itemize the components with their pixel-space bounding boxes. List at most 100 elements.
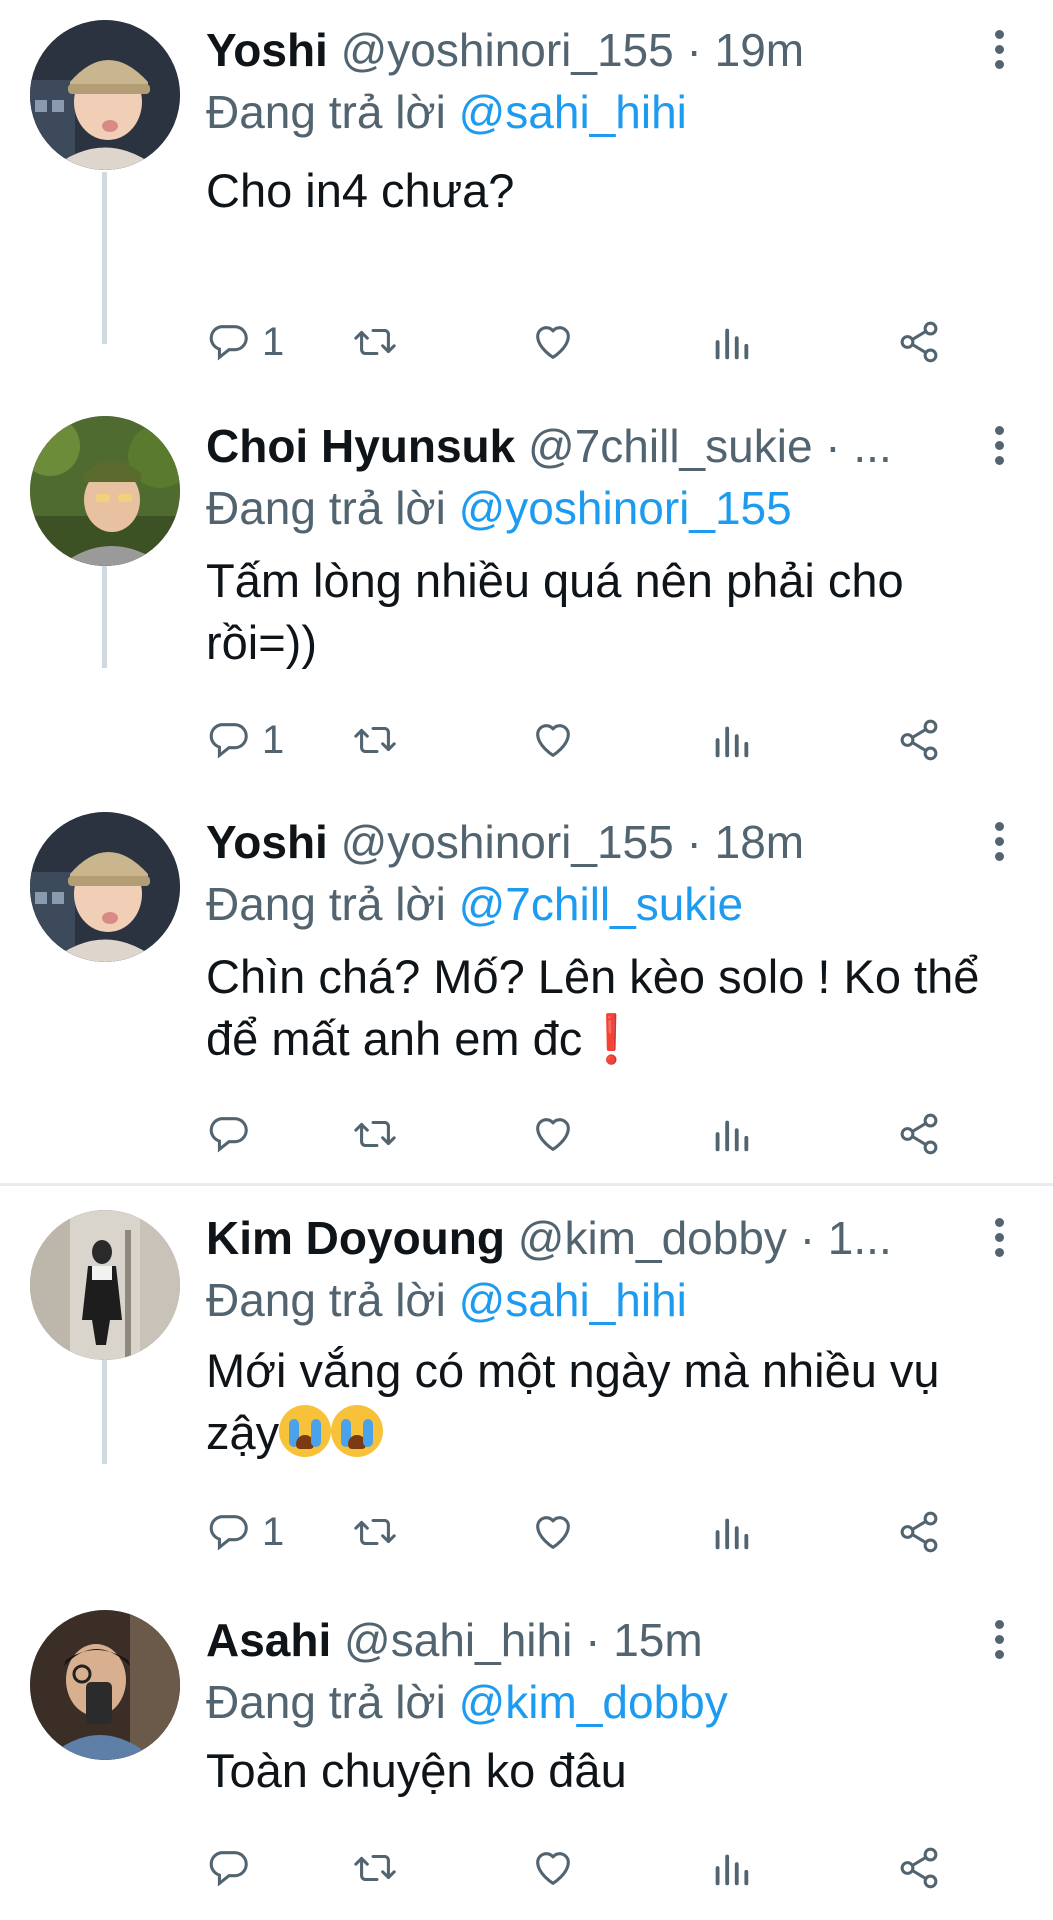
share-icon xyxy=(900,719,938,761)
like-button[interactable] xyxy=(530,316,576,368)
reply-button[interactable] xyxy=(206,1842,262,1894)
reply-icon xyxy=(209,325,248,361)
handle-time[interactable]: @yoshinori_155 · 18m xyxy=(341,816,804,868)
tweet-text: Tấm lòng nhiều quá nên phải cho rồi=)) xyxy=(206,554,904,669)
tweet-text-container: Chìn chá? Mố? Lên kèo solo ! Ko thể để m… xyxy=(206,946,1006,1070)
analytics-icon xyxy=(715,328,749,360)
handle-time[interactable]: @sahi_hihi · 15m xyxy=(344,1614,703,1666)
action-bar: 1 xyxy=(206,714,996,766)
like-button[interactable] xyxy=(530,1108,576,1160)
share-button[interactable] xyxy=(896,1108,942,1160)
like-button[interactable] xyxy=(530,1506,576,1558)
replying-to: Đang trả lời @yoshinori_155 xyxy=(206,480,792,536)
replying-to: Đang trả lời @sahi_hihi xyxy=(206,84,687,140)
replying-prefix: Đang trả lời xyxy=(206,86,446,138)
share-icon xyxy=(900,1847,938,1889)
display-name[interactable]: Yoshi xyxy=(206,816,328,868)
more-icon[interactable] xyxy=(989,1218,1009,1262)
exclamation-emoji: ❗ xyxy=(582,1012,641,1065)
tweet[interactable]: Kim Doyoung @kim_dobby · 1... Đang trả l… xyxy=(0,1186,1053,1590)
mention-link[interactable]: @sahi_hihi xyxy=(459,1274,687,1326)
retweet-button[interactable] xyxy=(352,1506,398,1558)
retweet-button[interactable] xyxy=(352,1108,398,1160)
tweet-feed: Yoshi @yoshinori_155 · 19m Đang trả lời … xyxy=(0,0,1053,1920)
tweet[interactable]: Choi Hyunsuk @7chill_sukie · ... Đang tr… xyxy=(0,400,1053,796)
replying-to: Đang trả lời @kim_dobby xyxy=(206,1674,728,1730)
reply-icon xyxy=(209,1851,248,1887)
more-icon[interactable] xyxy=(989,1620,1009,1664)
share-button[interactable] xyxy=(896,1842,942,1894)
action-bar xyxy=(206,1842,996,1894)
analytics-button[interactable] xyxy=(708,1842,754,1894)
retweet-button[interactable] xyxy=(352,316,398,368)
share-button[interactable] xyxy=(896,1506,942,1558)
avatar[interactable] xyxy=(30,1210,180,1360)
retweet-icon xyxy=(354,726,396,754)
heart-icon xyxy=(536,724,570,757)
analytics-icon xyxy=(715,1854,749,1886)
analytics-icon xyxy=(715,1518,749,1550)
analytics-icon xyxy=(715,1120,749,1152)
heart-icon xyxy=(536,326,570,359)
avatar[interactable] xyxy=(30,416,180,566)
tweet-header: Asahi @sahi_hihi · 15m xyxy=(206,1612,966,1668)
display-name[interactable]: Choi Hyunsuk xyxy=(206,420,515,472)
analytics-button[interactable] xyxy=(708,714,754,766)
more-icon[interactable] xyxy=(989,30,1009,74)
reply-button[interactable]: 1 xyxy=(206,1506,284,1558)
analytics-button[interactable] xyxy=(708,316,754,368)
avatar[interactable] xyxy=(30,1610,180,1760)
handle-time[interactable]: @kim_dobby · 1... xyxy=(518,1212,892,1264)
reply-icon xyxy=(209,723,248,759)
share-button[interactable] xyxy=(896,316,942,368)
display-name[interactable]: Asahi xyxy=(206,1614,331,1666)
analytics-button[interactable] xyxy=(708,1506,754,1558)
more-icon[interactable] xyxy=(989,822,1009,866)
action-bar: 1 xyxy=(206,1506,996,1558)
replying-prefix: Đang trả lời xyxy=(206,482,446,534)
tweet-header: Choi Hyunsuk @7chill_sukie · ... xyxy=(206,418,966,474)
share-icon xyxy=(900,1113,938,1155)
retweet-icon xyxy=(354,1120,396,1148)
mention-link[interactable]: @kim_dobby xyxy=(459,1676,728,1728)
replying-to: Đang trả lời @7chill_sukie xyxy=(206,876,743,932)
avatar[interactable] xyxy=(30,812,180,962)
reply-button[interactable]: 1 xyxy=(206,714,284,766)
reply-button[interactable]: 1 xyxy=(206,316,284,368)
like-button[interactable] xyxy=(530,1842,576,1894)
action-bar xyxy=(206,1108,996,1160)
more-icon[interactable] xyxy=(989,426,1009,470)
retweet-icon xyxy=(354,1854,396,1882)
share-icon xyxy=(900,321,938,363)
tweet[interactable]: Asahi @sahi_hihi · 15m Đang trả lời @kim… xyxy=(0,1590,1053,1920)
tweet[interactable]: Yoshi @yoshinori_155 · 19m Đang trả lời … xyxy=(0,0,1053,400)
reply-button[interactable] xyxy=(206,1108,262,1160)
handle-time[interactable]: @yoshinori_155 · 19m xyxy=(341,24,804,76)
retweet-icon xyxy=(354,328,396,356)
reply-icon xyxy=(209,1515,248,1551)
tweet-text: Toàn chuyện ko đâu xyxy=(206,1744,627,1797)
tweet[interactable]: Yoshi @yoshinori_155 · 18m Đang trả lời … xyxy=(0,796,1053,1182)
avatar[interactable] xyxy=(30,20,180,170)
display-name[interactable]: Kim Doyoung xyxy=(206,1212,505,1264)
heart-icon xyxy=(536,1516,570,1549)
replying-prefix: Đang trả lời xyxy=(206,878,446,930)
retweet-button[interactable] xyxy=(352,1842,398,1894)
reply-count: 1 xyxy=(262,320,285,364)
tweet-text: Cho in4 chưa? xyxy=(206,164,515,217)
mention-link[interactable]: @sahi_hihi xyxy=(459,86,687,138)
mention-link[interactable]: @7chill_sukie xyxy=(459,878,744,930)
like-button[interactable] xyxy=(530,714,576,766)
action-bar: 1 xyxy=(206,316,996,368)
mention-link[interactable]: @yoshinori_155 xyxy=(459,482,792,534)
reply-icon xyxy=(209,1117,248,1153)
handle-time[interactable]: @7chill_sukie · ... xyxy=(528,420,892,472)
heart-icon xyxy=(536,1852,570,1885)
display-name[interactable]: Yoshi xyxy=(206,24,328,76)
share-button[interactable] xyxy=(896,714,942,766)
retweet-button[interactable] xyxy=(352,714,398,766)
tweet-header: Kim Doyoung @kim_dobby · 1... xyxy=(206,1210,966,1266)
crying-emoji xyxy=(279,1405,332,1457)
reply-count: 1 xyxy=(262,1510,285,1554)
analytics-button[interactable] xyxy=(708,1108,754,1160)
